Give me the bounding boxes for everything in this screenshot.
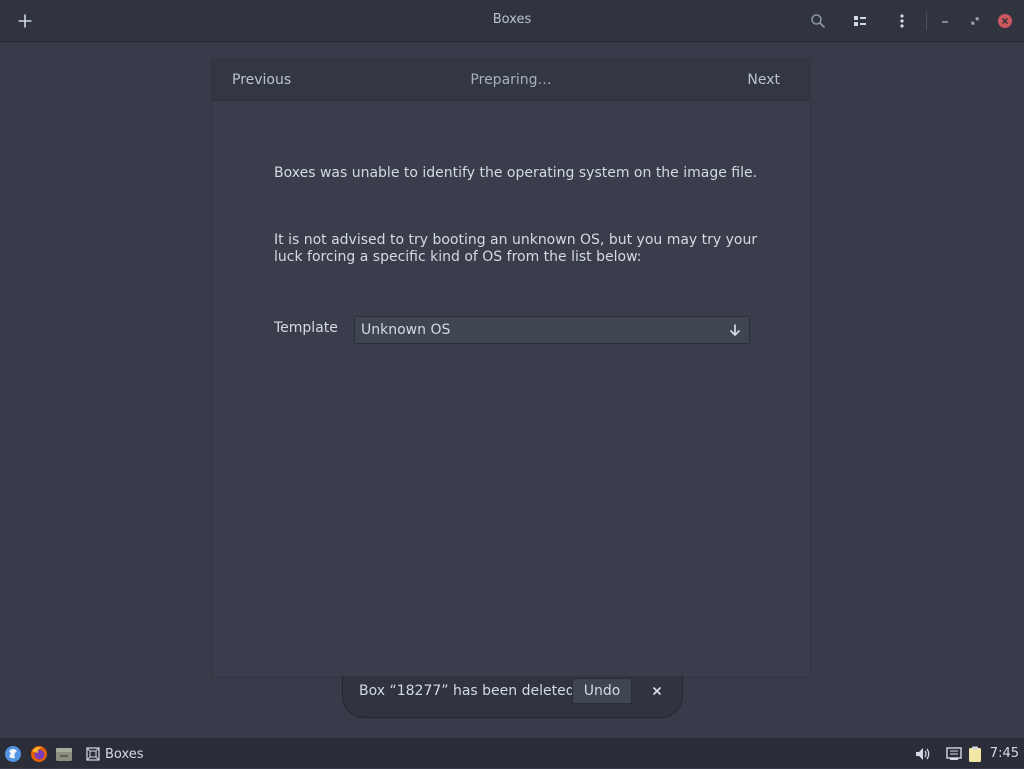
close-window-button[interactable] [990, 6, 1020, 36]
app-menu-icon[interactable] [4, 745, 22, 763]
assistant-page-title: Preparing… [470, 72, 552, 88]
menu-button[interactable] [887, 6, 917, 36]
maximize-icon [971, 17, 979, 25]
list-view-icon [854, 16, 866, 26]
close-icon [998, 14, 1012, 28]
taskbar: Boxes 7:45 [0, 738, 1024, 768]
volume-icon[interactable] [914, 745, 932, 763]
dismiss-notification-icon[interactable] [649, 683, 665, 699]
search-button[interactable] [803, 6, 833, 36]
file-manager-icon[interactable] [55, 745, 73, 763]
unknown-os-message: Boxes was unable to identify the operati… [274, 165, 758, 181]
view-toggle-button[interactable] [845, 6, 875, 36]
previous-button[interactable]: Previous [232, 59, 291, 101]
minimize-button[interactable] [930, 6, 960, 36]
assistant-panel: Preparing… Previous Next Boxes was unabl… [211, 58, 811, 678]
taskbar-clock[interactable]: 7:45 [990, 739, 1019, 769]
next-button[interactable]: Next [747, 59, 780, 101]
undo-button[interactable]: Undo [572, 678, 632, 704]
template-selected-value: Unknown OS [361, 322, 451, 338]
network-icon[interactable] [945, 745, 963, 763]
notification-text: Box “18277” has been deleted [359, 683, 575, 699]
boxes-app-icon [86, 747, 100, 761]
minimize-icon [942, 21, 948, 23]
assistant-nav: Preparing… Previous Next [212, 59, 810, 101]
unknown-os-advice: It is not advised to try booting an unkn… [274, 232, 758, 265]
taskbar-task-label: Boxes [105, 746, 144, 762]
maximize-button[interactable] [960, 6, 990, 36]
taskbar-task-boxes[interactable]: Boxes [82, 739, 144, 769]
template-dropdown[interactable]: Unknown OS [354, 316, 750, 344]
template-label: Template [274, 320, 338, 336]
search-icon [811, 14, 826, 29]
header-separator [926, 12, 927, 30]
arrow-down-icon [729, 324, 741, 337]
deleted-notification: Box “18277” has been deleted Undo [342, 676, 683, 718]
kebab-menu-icon [900, 14, 904, 28]
firefox-icon[interactable] [30, 745, 48, 763]
header-bar: Boxes [0, 0, 1024, 42]
clipboard-icon[interactable] [966, 745, 984, 763]
